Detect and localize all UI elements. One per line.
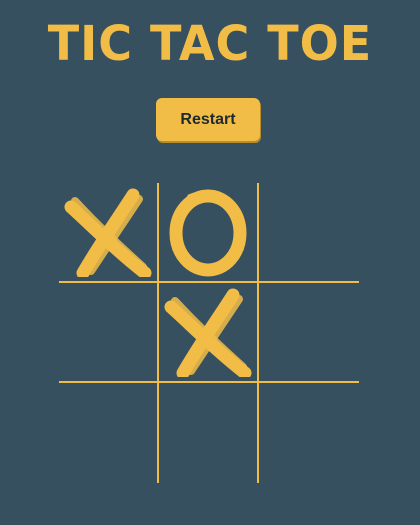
x-mark-icon xyxy=(64,188,152,277)
board-cell-1-2[interactable] xyxy=(259,283,357,381)
restart-button[interactable]: Restart xyxy=(156,98,260,141)
board-cell-2-1[interactable] xyxy=(159,383,257,481)
board-cell-0-1[interactable] xyxy=(159,183,257,281)
board-cell-2-0[interactable] xyxy=(59,383,157,481)
board-cell-1-0[interactable] xyxy=(59,283,157,381)
board-cell-2-2[interactable] xyxy=(259,383,357,481)
board-cell-1-1[interactable] xyxy=(159,283,257,381)
game-board xyxy=(59,183,359,483)
game-page: TIC TAC TOE Restart xyxy=(0,0,420,525)
board-cell-0-0[interactable] xyxy=(59,183,157,281)
board-cell-0-2[interactable] xyxy=(259,183,357,281)
x-mark-icon xyxy=(164,288,252,377)
page-title: TIC TAC TOE xyxy=(47,16,373,72)
o-mark-icon xyxy=(169,189,247,277)
